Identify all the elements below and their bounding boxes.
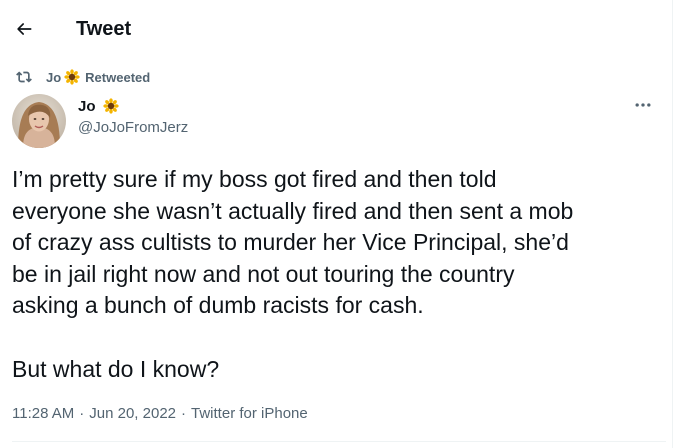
avatar[interactable] <box>12 94 66 148</box>
tweet-date[interactable]: Jun 20, 2022 <box>89 404 176 424</box>
header: Tweet <box>0 0 672 58</box>
meta-separator: · <box>181 405 187 422</box>
tweet-line: of crazy ass cultists to murder her Vice… <box>12 229 569 256</box>
retweet-context: Jo Retweeted <box>14 67 150 87</box>
meta-separator: · <box>79 405 85 422</box>
tweet-source[interactable]: Twitter for iPhone <box>191 404 308 424</box>
tweet-line: everyone she wasn’t actually fired and t… <box>12 197 574 224</box>
tweet-line: be in jail right now and not out touring… <box>12 260 515 287</box>
arrow-left-icon <box>17 23 32 35</box>
tweet-meta: 11:28 AM · Jun 20, 2022 · Twitter for iP… <box>12 404 308 424</box>
author-name-text[interactable]: Jo <box>78 98 96 115</box>
tweet-line: But what do I know? <box>12 355 220 382</box>
retweeted-label: Retweeted <box>85 69 151 85</box>
tweet-time[interactable]: 11:28 AM <box>12 404 74 424</box>
more-options-button[interactable] <box>626 92 660 118</box>
author-handle[interactable]: @JoJoFromJerz <box>78 118 188 138</box>
sunflower-icon <box>64 69 80 85</box>
tweet-line: asking a bunch of dumb racists for cash. <box>12 292 424 319</box>
more-icon <box>635 103 651 107</box>
tweet-line: I’m pretty sure if my boss got fired and… <box>12 166 497 192</box>
page-title: Tweet <box>76 18 132 40</box>
tweet-text: I’m pretty sure if my boss got fired and… <box>12 164 662 385</box>
sunflower-icon <box>103 98 119 114</box>
column-border <box>672 0 673 448</box>
back-button[interactable] <box>8 13 40 45</box>
retweeter-name[interactable]: Jo <box>46 70 61 85</box>
divider <box>12 441 666 442</box>
retweet-icon <box>16 69 32 85</box>
author-name[interactable]: Jo <box>78 97 119 117</box>
